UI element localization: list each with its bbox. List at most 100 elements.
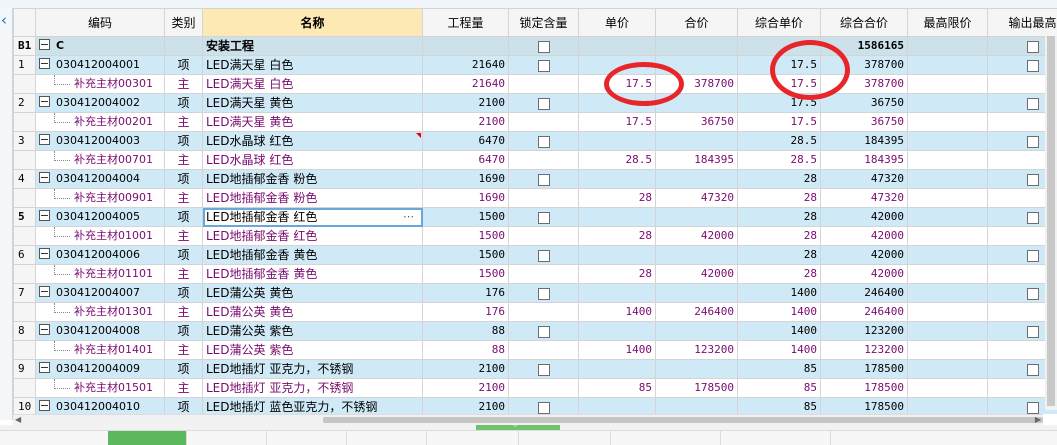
max-limit-cell[interactable]	[908, 94, 988, 113]
quantity-cell[interactable]: 88	[423, 341, 509, 360]
lock-content-checkbox[interactable]	[538, 41, 550, 53]
max-limit-cell[interactable]	[908, 75, 988, 94]
row-number[interactable]	[14, 227, 36, 246]
max-limit-cell[interactable]	[908, 56, 988, 75]
row-number[interactable]: B1	[14, 37, 36, 56]
total-price-cell[interactable]	[656, 284, 738, 303]
minus-box-icon[interactable]	[39, 286, 50, 297]
code-cell[interactable]: 030412004003	[36, 132, 165, 151]
output-max-checkbox[interactable]	[1027, 326, 1039, 338]
name-cell[interactable]: LED满天星 黄色	[203, 113, 423, 132]
lock-cell[interactable]	[509, 398, 579, 415]
max-limit-cell[interactable]	[908, 303, 988, 322]
row-number[interactable]	[14, 341, 36, 360]
composite-total-cell[interactable]: 123200	[821, 341, 908, 360]
total-price-cell[interactable]	[656, 208, 738, 227]
composite-unit-price-cell[interactable]: 28	[738, 246, 821, 265]
column-header[interactable]: 最高限价	[908, 9, 988, 37]
total-price-cell[interactable]	[656, 360, 738, 379]
type-cell[interactable]: 项	[165, 170, 203, 189]
composite-unit-price-cell[interactable]: 85	[738, 379, 821, 398]
minus-box-icon[interactable]	[39, 248, 50, 259]
row-number[interactable]	[14, 265, 36, 284]
item-row[interactable]: 2 030412004002 项 LED满天星 黄色 2100 17.5 367…	[14, 94, 1057, 113]
lock-cell[interactable]	[509, 170, 579, 189]
lock-cell[interactable]	[509, 227, 579, 246]
code-cell[interactable]: 030412004008	[36, 322, 165, 341]
code-cell[interactable]: 030412004010	[36, 398, 165, 415]
lock-cell[interactable]	[509, 113, 579, 132]
max-limit-cell[interactable]	[908, 151, 988, 170]
item-row[interactable]: 3 030412004003 项 LED水晶球 红色 6470 28.5 184…	[14, 132, 1057, 151]
lock-cell[interactable]	[509, 341, 579, 360]
unit-price-cell[interactable]	[579, 360, 656, 379]
column-header[interactable]: 类别	[165, 9, 203, 37]
unit-price-cell[interactable]	[579, 398, 656, 415]
type-cell[interactable]: 项	[165, 284, 203, 303]
name-cell[interactable]: LED满天星 白色	[203, 75, 423, 94]
quantity-cell[interactable]: 2100	[423, 94, 509, 113]
type-cell[interactable]: 项	[165, 208, 203, 227]
row-number[interactable]	[14, 151, 36, 170]
composite-total-cell[interactable]: 42000	[821, 246, 908, 265]
unit-price-cell[interactable]: 1400	[579, 341, 656, 360]
minus-box-icon[interactable]	[39, 172, 50, 183]
row-number[interactable]: 10	[14, 398, 36, 415]
quantity-cell[interactable]: 176	[423, 284, 509, 303]
composite-unit-price-cell[interactable]: 1400	[738, 303, 821, 322]
unit-price-cell[interactable]: 28	[579, 189, 656, 208]
output-max-checkbox[interactable]	[1027, 250, 1039, 262]
name-cell[interactable]: LED蒲公英 紫色	[203, 341, 423, 360]
row-number[interactable]: 8	[14, 322, 36, 341]
type-cell[interactable]: 项	[165, 132, 203, 151]
max-limit-cell[interactable]	[908, 189, 988, 208]
name-cell[interactable]: LED地插郁金香 粉色	[203, 170, 423, 189]
minus-box-icon[interactable]	[39, 58, 50, 69]
total-price-cell[interactable]: 246400	[656, 303, 738, 322]
quantity-cell[interactable]: 1500	[423, 246, 509, 265]
item-row[interactable]: 10 030412004010 项 LED地插灯 蓝色亚克力，不锈钢 2100 …	[14, 398, 1057, 415]
quantity-cell[interactable]: 1690	[423, 170, 509, 189]
item-row[interactable]: 1 030412004001 项 LED满天星 白色 21640 17.5 37…	[14, 56, 1057, 75]
unit-price-cell[interactable]: 17.5	[579, 113, 656, 132]
bottom-tab-active[interactable]	[108, 431, 187, 445]
material-row[interactable]: 补充主材00901 主 LED地插郁金香 粉色 1690 28 47320 28…	[14, 189, 1057, 208]
output-max-checkbox[interactable]	[1027, 364, 1039, 376]
total-price-cell[interactable]	[656, 322, 738, 341]
code-cell[interactable]: C	[36, 37, 165, 56]
unit-price-cell[interactable]	[579, 322, 656, 341]
total-price-cell[interactable]: 47320	[656, 189, 738, 208]
code-cell[interactable]: 补充主材01301	[36, 303, 165, 322]
total-price-cell[interactable]: 42000	[656, 265, 738, 284]
row-number[interactable]	[14, 303, 36, 322]
row-number[interactable]: 2	[14, 94, 36, 113]
minus-box-icon[interactable]	[39, 362, 50, 373]
lock-cell[interactable]	[509, 189, 579, 208]
output-max-checkbox[interactable]	[1027, 136, 1039, 148]
material-row[interactable]: 补充主材01301 主 LED蒲公英 黄色 176 1400 246400 14…	[14, 303, 1057, 322]
code-cell[interactable]: 补充主材01501	[36, 379, 165, 398]
item-row[interactable]: 7 030412004007 项 LED蒲公英 黄色 176 1400 2464…	[14, 284, 1057, 303]
quantity-cell[interactable]: 21640	[423, 75, 509, 94]
type-cell[interactable]: 主	[165, 379, 203, 398]
material-row[interactable]: 补充主材01101 主 LED地插郁金香 黄色 1500 28 42000 28…	[14, 265, 1057, 284]
column-header[interactable]: 单价	[579, 9, 656, 37]
type-cell[interactable]: 主	[165, 189, 203, 208]
composite-unit-price-cell[interactable]: 85	[738, 398, 821, 415]
name-cell[interactable]: LED水晶球 红色	[203, 132, 423, 151]
row-number[interactable]	[14, 189, 36, 208]
max-limit-cell[interactable]	[908, 341, 988, 360]
type-cell[interactable]: 主	[165, 227, 203, 246]
code-cell[interactable]: 030412004002	[36, 94, 165, 113]
lock-cell[interactable]	[509, 246, 579, 265]
lock-cell[interactable]	[509, 360, 579, 379]
minus-box-icon[interactable]	[39, 39, 50, 50]
vertical-scroll-thumb[interactable]	[1047, 36, 1055, 406]
max-limit-cell[interactable]	[908, 208, 988, 227]
name-cell[interactable]: LED地插郁金香 红色⋯	[203, 208, 423, 227]
type-cell[interactable]: 主	[165, 151, 203, 170]
total-price-cell[interactable]: 123200	[656, 341, 738, 360]
material-row[interactable]: 补充主材01401 主 LED蒲公英 紫色 88 1400 123200 140…	[14, 341, 1057, 360]
composite-total-cell[interactable]: 36750	[821, 94, 908, 113]
total-price-cell[interactable]: 36750	[656, 113, 738, 132]
